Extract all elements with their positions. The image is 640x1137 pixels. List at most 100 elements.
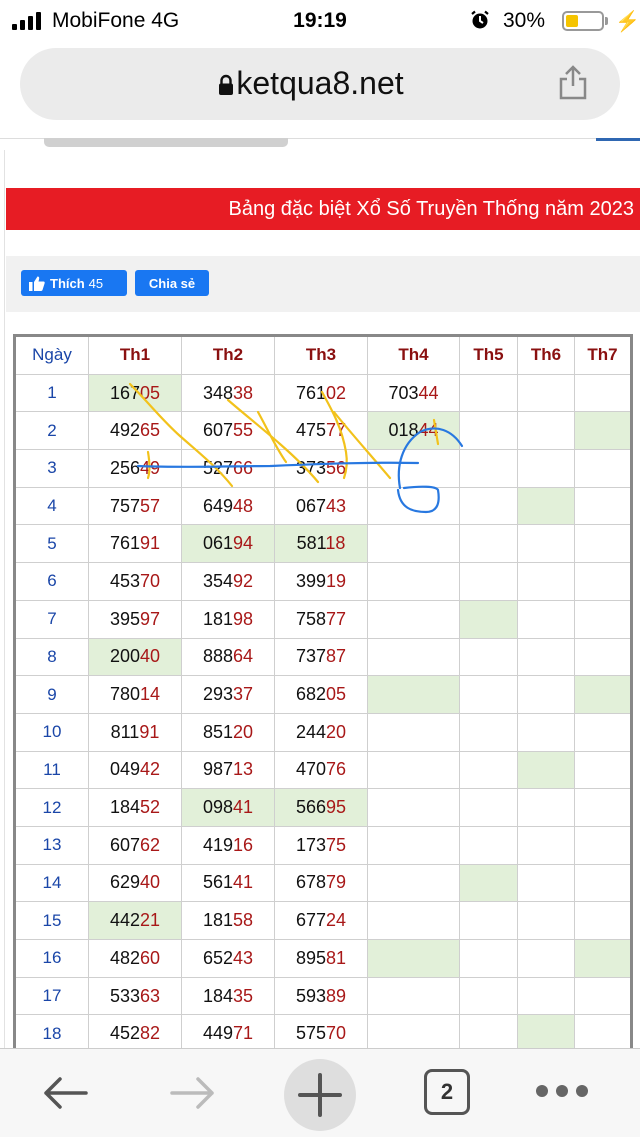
result-cell: [574, 449, 632, 488]
share-icon[interactable]: [558, 64, 588, 100]
day-cell: 10: [14, 712, 89, 752]
result-cell: 53363: [88, 976, 182, 1016]
last-two-digits: 52: [140, 797, 161, 818]
day-cell: 4: [14, 486, 89, 526]
last-two-digits: 62: [140, 834, 161, 855]
result-cell: [367, 788, 460, 827]
result-cell: [517, 411, 575, 451]
back-arrow-icon[interactable]: [40, 1073, 90, 1113]
forward-arrow-icon[interactable]: [168, 1073, 218, 1113]
last-two-digits: 79: [326, 872, 347, 893]
table-body: 1 16705 34838 76102 70344 2 49265 60755 47577 018…: [14, 373, 632, 1055]
results-table: Ngày Th1 Th2 Th3 Th4 Th5 Th6 Th7 1 16705 3…: [13, 334, 633, 1056]
result-cell: 88864: [181, 637, 275, 677]
result-cell: [574, 939, 632, 978]
last-two-digits: 55: [233, 420, 254, 441]
last-two-digits: 82: [140, 1023, 161, 1044]
last-two-digits: 91: [140, 533, 161, 554]
result-cell: 98713: [181, 750, 275, 790]
last-two-digits: 20: [233, 721, 254, 742]
result-cell: [517, 599, 575, 639]
last-two-digits: 66: [233, 457, 254, 478]
last-two-digits: 92: [233, 570, 254, 591]
table-row: 6 45370 35492 39919: [14, 562, 632, 601]
result-cell: 09841: [181, 788, 275, 827]
result-cell: [574, 637, 632, 677]
result-cell: 20040: [88, 637, 182, 677]
result-cell: [459, 562, 518, 601]
last-two-digits: 65: [140, 420, 161, 441]
table-row: 15 44221 18158 67724: [14, 901, 632, 940]
result-cell: [459, 939, 518, 978]
result-cell: [574, 562, 632, 601]
address-bar[interactable]: ketqua8.net: [20, 48, 620, 120]
result-cell: [367, 524, 460, 564]
last-two-digits: 20: [326, 721, 347, 742]
result-cell: [517, 939, 575, 978]
day-cell: 1: [14, 373, 89, 413]
result-cell: [517, 750, 575, 790]
result-cell: [459, 373, 518, 413]
result-cell: [517, 675, 575, 714]
last-two-digits: 35: [233, 985, 254, 1006]
result-cell: [459, 486, 518, 526]
day-cell: 8: [14, 637, 89, 677]
result-cell: 29337: [181, 675, 275, 714]
last-two-digits: 19: [326, 570, 347, 591]
result-cell: 47076: [274, 750, 368, 790]
table-row: 12 18452 09841 56695: [14, 788, 632, 827]
day-cell: 12: [14, 788, 89, 827]
result-cell: 45370: [88, 562, 182, 601]
table-row: 2 49265 60755 47577 01844: [14, 411, 632, 451]
last-two-digits: 21: [140, 910, 161, 931]
url-text: ketqua8.net: [236, 65, 404, 101]
like-button[interactable]: Thích 45: [21, 270, 127, 296]
charging-bolt-icon: ⚡: [615, 11, 640, 33]
result-cell: 75877: [274, 599, 368, 639]
result-cell: 76102: [274, 373, 368, 413]
result-cell: 39919: [274, 562, 368, 601]
header-month: Th3: [274, 335, 368, 375]
last-two-digits: 60: [140, 947, 161, 968]
last-two-digits: 44: [418, 420, 439, 441]
last-two-digits: 49: [140, 457, 161, 478]
day-cell: 13: [14, 825, 89, 865]
result-cell: 76191: [88, 524, 182, 564]
share-button[interactable]: Chia sẻ: [135, 270, 209, 296]
new-tab-button[interactable]: [284, 1059, 356, 1131]
result-cell: 24420: [274, 712, 368, 752]
result-cell: 18435: [181, 976, 275, 1016]
last-two-digits: 87: [326, 646, 347, 667]
scroll-remnant: [44, 138, 288, 147]
last-two-digits: 58: [233, 910, 254, 931]
result-cell: [517, 901, 575, 940]
result-cell: [574, 712, 632, 752]
result-cell: 35492: [181, 562, 275, 601]
result-cell: [459, 788, 518, 827]
last-two-digits: 24: [326, 910, 347, 931]
day-cell: 3: [14, 449, 89, 488]
result-cell: 52766: [181, 449, 275, 488]
result-cell: [574, 524, 632, 564]
header-month: Th5: [459, 335, 518, 375]
alarm-icon: [471, 10, 489, 29]
day-cell: 6: [14, 562, 89, 601]
table-row: 13 60762 41916 17375: [14, 825, 632, 865]
result-cell: [574, 901, 632, 940]
last-two-digits: 38: [233, 382, 254, 403]
last-two-digits: 14: [140, 684, 161, 705]
last-two-digits: 41: [233, 872, 254, 893]
more-menu-icon[interactable]: [534, 1083, 590, 1099]
result-cell: [459, 901, 518, 940]
result-cell: [459, 750, 518, 790]
result-cell: 81191: [88, 712, 182, 752]
result-cell: 34838: [181, 373, 275, 413]
result-cell: 67724: [274, 901, 368, 940]
result-cell: 85120: [181, 712, 275, 752]
result-cell: [517, 524, 575, 564]
tabs-button[interactable]: 2: [424, 1069, 470, 1115]
result-cell: 89581: [274, 939, 368, 978]
table-row: 7 39597 18198 75877: [14, 599, 632, 639]
header-month: Th6: [517, 335, 575, 375]
last-two-digits: 18: [325, 533, 346, 554]
